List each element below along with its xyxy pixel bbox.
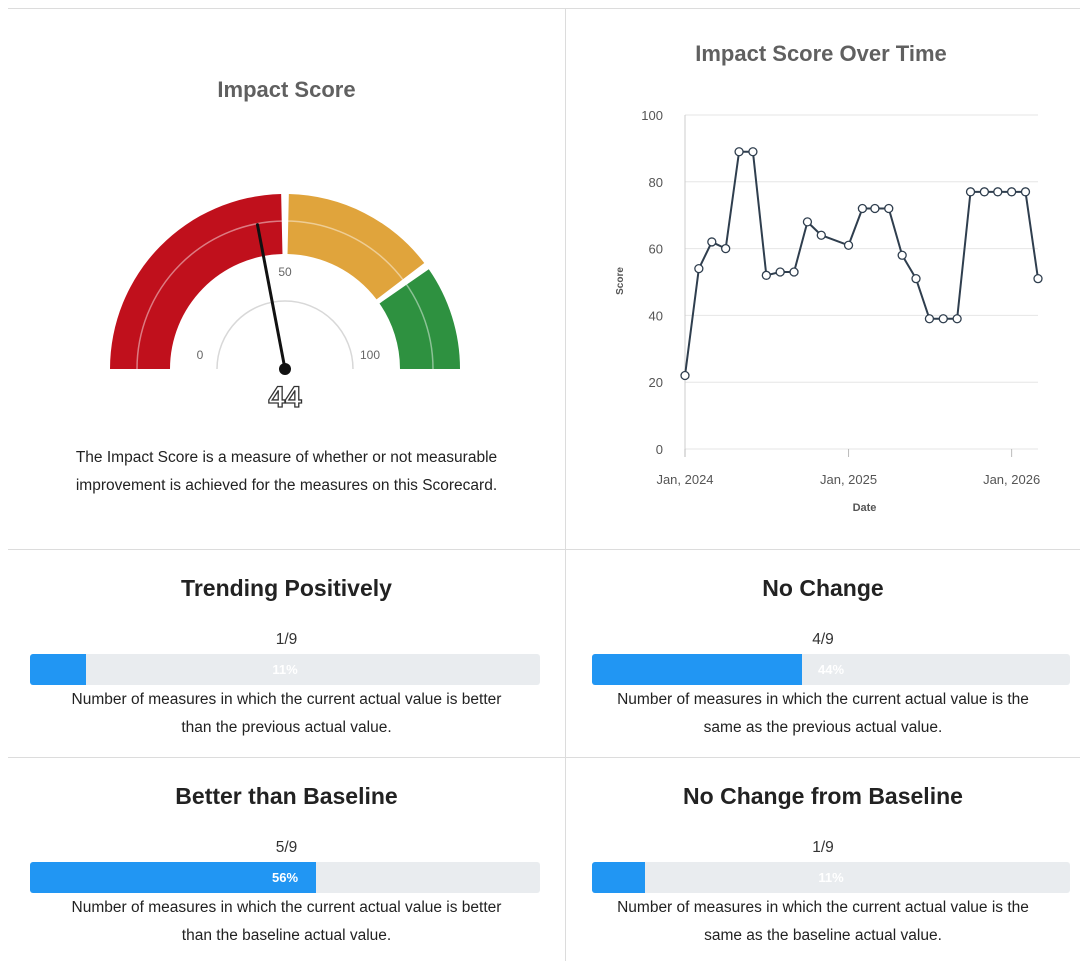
data-point xyxy=(789,267,799,277)
stat-description-line1: Number of measures in which the current … xyxy=(617,691,1029,708)
stat-fraction: 4/9 xyxy=(812,631,834,648)
gauge-min-label: 0 xyxy=(197,348,204,362)
stat-description-line1: Number of measures in which the current … xyxy=(617,899,1029,916)
stat-progress-bar: 44% xyxy=(592,654,1070,685)
gauge-mid-label: 50 xyxy=(278,265,292,279)
stat-fraction: 1/9 xyxy=(275,631,298,648)
data-point xyxy=(1033,274,1043,284)
data-point xyxy=(924,314,935,324)
impact-score-description-line2: improvement is achieved for the measures… xyxy=(75,477,498,494)
data-point xyxy=(1006,187,1017,197)
data-point xyxy=(707,237,717,247)
gauge-max-label: 100 xyxy=(360,348,380,362)
y-tick-label: 80 xyxy=(649,175,663,190)
stat-panel-no-change-from-baseline: No Change from Baseline 1/9 11% Number o… xyxy=(566,758,1080,961)
stat-fraction: 1/9 xyxy=(812,839,834,856)
stat-panel-trending-positively: Trending Positively 1/9 11% Number of me… xyxy=(8,550,565,757)
impact-score-line-chart[interactable]: 0 20 40 60 80 100 Jan, 2024 Jan, 2025 Jan, 2026 D… xyxy=(566,9,1080,529)
stat-fraction: 5/9 xyxy=(275,839,298,856)
stat-description: Number of measures in which the current … xyxy=(566,894,1080,950)
stat-description: Number of measures in which the current … xyxy=(8,686,565,742)
data-point xyxy=(775,267,785,277)
data-point xyxy=(694,263,704,274)
stat-progress-label: 11% xyxy=(818,870,844,885)
stat-title: No Change from Baseline xyxy=(683,783,963,809)
data-point xyxy=(721,243,731,254)
data-point xyxy=(734,147,744,157)
stat-description-line1: Number of measures in which the current … xyxy=(71,899,502,916)
stat-description-line2: than the baseline actual value. xyxy=(181,927,392,944)
data-point xyxy=(938,314,948,324)
data-point xyxy=(843,240,854,250)
stat-description-line2: than the previous actual value. xyxy=(181,719,392,736)
series-line xyxy=(684,150,1039,376)
data-point xyxy=(857,203,868,214)
stat-progress-label: 11% xyxy=(272,662,298,677)
stat-title: No Change xyxy=(762,575,884,601)
y-tick-label: 100 xyxy=(641,108,663,123)
stat-progress-bar: 56% xyxy=(30,862,540,893)
gauge-pivot xyxy=(279,363,291,375)
y-tick-label: 20 xyxy=(649,375,663,390)
y-axis-title: Score xyxy=(615,267,626,295)
gauge-inner-track xyxy=(216,300,354,370)
gauge-value: 44 xyxy=(268,381,302,414)
data-point xyxy=(884,203,894,214)
data-point xyxy=(680,370,690,381)
y-tick-label: 0 xyxy=(656,442,663,457)
gauge-band-red xyxy=(110,194,283,369)
x-tick-label: Jan, 2025 xyxy=(820,472,877,487)
data-point xyxy=(993,187,1003,197)
data-point xyxy=(748,147,758,157)
data-point xyxy=(911,274,921,284)
stat-progress-label: 56% xyxy=(271,870,299,885)
data-point xyxy=(965,187,976,197)
x-tick-label: Jan, 2024 xyxy=(656,472,713,487)
impact-score-gauge: 0 50 100 44 xyxy=(110,194,460,415)
stat-description-line2: same as the previous actual value. xyxy=(703,719,943,736)
stat-description: Number of measures in which the current … xyxy=(8,894,565,950)
stat-title: Trending Positively xyxy=(181,575,392,601)
stat-description-line1: Number of measures in which the current … xyxy=(71,691,502,708)
impact-score-panel: Impact Score 0 50 100 44 The Impact Scor… xyxy=(8,9,565,549)
stat-progress-bar: 11% xyxy=(592,862,1070,893)
data-point xyxy=(952,314,962,324)
stat-progress-bar: 11% xyxy=(30,654,540,685)
data-point xyxy=(1020,187,1031,197)
data-point xyxy=(870,203,880,214)
stat-description: Number of measures in which the current … xyxy=(566,686,1080,742)
impact-score-description: The Impact Score is a measure of whether… xyxy=(8,444,565,500)
impact-score-description-line1: The Impact Score is a measure of whether… xyxy=(75,449,498,466)
stat-progress-label: 44% xyxy=(817,662,845,677)
stat-panel-better-than-baseline: Better than Baseline 5/9 56% Number of m… xyxy=(8,758,565,961)
y-tick-label: 60 xyxy=(649,242,663,257)
x-tick-label: Jan, 2026 xyxy=(983,472,1040,487)
data-point xyxy=(802,217,813,227)
stat-description-line2: same as the baseline actual value. xyxy=(704,927,942,944)
data-point xyxy=(761,270,771,280)
stat-panel-no-change: No Change 4/9 44% Number of measures in … xyxy=(566,550,1080,757)
data-point xyxy=(897,250,907,260)
y-tick-label: 40 xyxy=(649,308,663,323)
gauge-band-amber xyxy=(287,194,425,300)
x-axis-title: Date xyxy=(853,502,877,514)
stat-title: Better than Baseline xyxy=(175,783,398,809)
data-point xyxy=(816,230,826,240)
impact-score-over-time-panel: Impact Score Over Time 0 20 40 60 80 100 Jan, … xyxy=(566,9,1080,549)
data-point xyxy=(979,187,990,197)
